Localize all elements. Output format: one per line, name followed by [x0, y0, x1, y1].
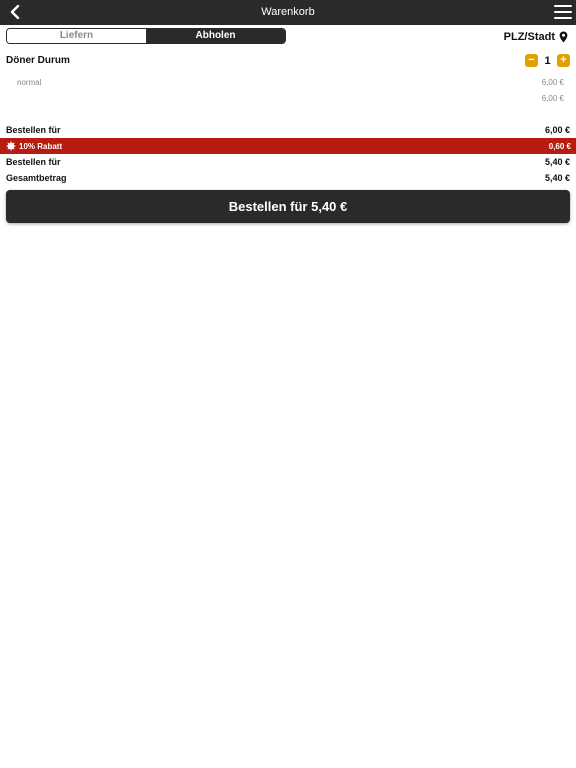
after-discount-label: Bestellen für [6, 157, 61, 167]
hamburger-menu-icon[interactable] [554, 3, 572, 21]
subtotal-row: Bestellen für 6,00 € [6, 123, 570, 137]
quantity-value: 1 [544, 54, 551, 67]
decrement-button[interactable]: − [525, 54, 538, 67]
cart-item-total: 6,00 € [541, 94, 564, 103]
location-selector[interactable]: PLZ/Stadt [504, 29, 568, 45]
tab-abholen[interactable]: Abholen [146, 29, 285, 43]
discount-value: 0,60 € [548, 141, 571, 151]
subtotal-label: Bestellen für [6, 125, 61, 135]
page-title: Warenkorb [261, 6, 315, 18]
cart-item-variant-price: 6,00 € [541, 78, 564, 87]
total-label: Gesamtbetrag [6, 173, 67, 183]
map-pin-icon [559, 31, 568, 43]
tab-liefern[interactable]: Liefern [7, 29, 146, 43]
increment-button[interactable]: + [557, 54, 570, 67]
cart-item-name: Döner Durum [6, 55, 70, 66]
place-order-button[interactable]: Bestellen für 5,40 € [6, 190, 570, 223]
cart-item-variant: normal [17, 78, 42, 87]
after-discount-row: Bestellen für 5,40 € [6, 155, 570, 169]
order-type-toggle: Liefern Abholen [6, 28, 286, 44]
total-row: Gesamtbetrag 5,40 € [6, 171, 570, 185]
total-value: 5,40 € [544, 173, 570, 183]
top-bar: Warenkorb [0, 0, 576, 25]
discount-row: 10% Rabatt 0,60 € [0, 138, 576, 154]
subtotal-value: 6,00 € [544, 125, 570, 135]
quantity-stepper: − 1 + [525, 54, 570, 67]
after-discount-value: 5,40 € [544, 157, 570, 167]
discount-label: 10% Rabatt [19, 141, 63, 151]
badge-star-icon [6, 141, 16, 151]
location-label: PLZ/Stadt [503, 31, 555, 43]
